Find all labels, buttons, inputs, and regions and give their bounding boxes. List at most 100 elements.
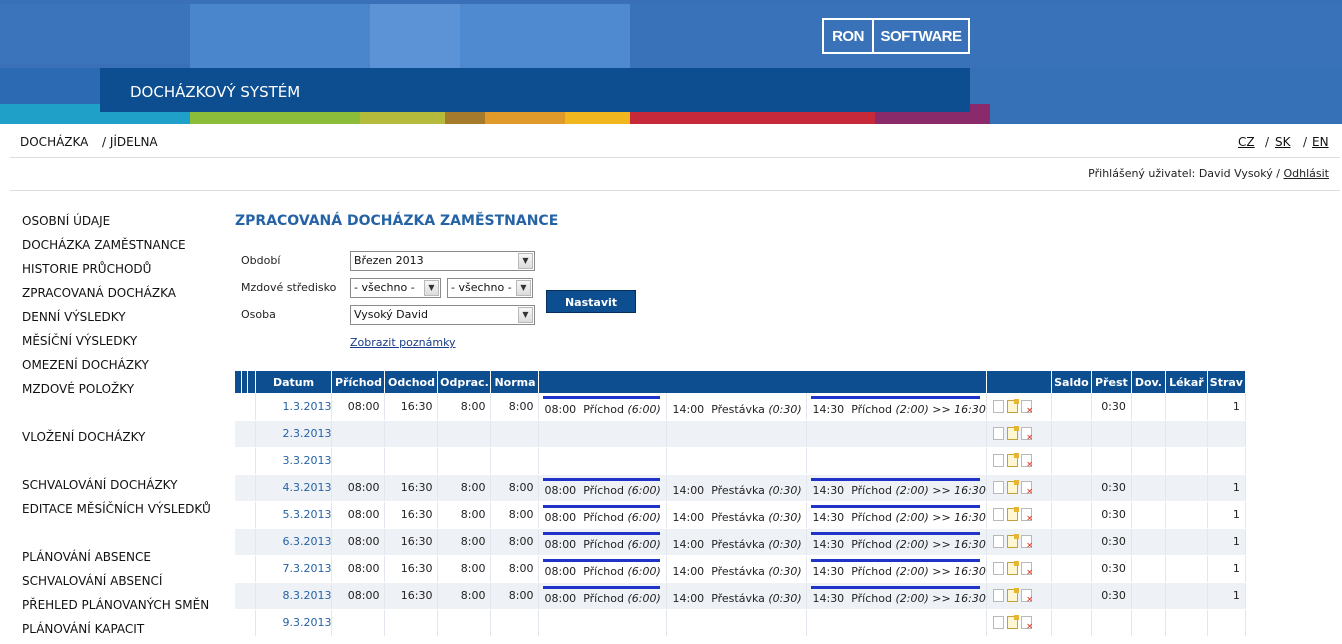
edit-icon[interactable] [1006,453,1019,468]
person-select[interactable]: Vysoký David ▼ [350,305,535,325]
sidebar-item-osobni-udaje[interactable]: OSOBNÍ ÚDAJE [22,214,110,228]
header-actions [986,371,1052,393]
sidebar-item-mzdove-polozky[interactable]: MZDOVÉ POLOŽKY [22,382,134,396]
sidebar-item-omezeni-dochazky[interactable]: OMEZENÍ DOCHÁZKY [22,358,149,372]
header-odchod: Odchod [384,371,439,393]
center-select-1-value: - všechno - [354,281,415,294]
chevron-down-icon[interactable]: ▼ [518,307,533,323]
lang-cz[interactable]: CZ [1238,135,1255,149]
nastavit-button[interactable]: Nastavit [546,290,636,313]
edit-icon[interactable] [1006,426,1019,441]
chevron-down-icon[interactable]: ▼ [516,280,531,296]
edit-icon[interactable] [1006,561,1019,576]
row-date-link[interactable]: 1.3.2013 [255,393,333,421]
delete-icon[interactable] [1020,454,1033,469]
sidebar-item-zpracovana-dochazka[interactable]: ZPRACOVANÁ DOCHÁZKA [22,286,176,300]
sidebar-item-vlozeni-dochazky[interactable]: VLOŽENÍ DOCHÁZKY [22,430,145,444]
sidebar-item-prehled-planovanych-smen[interactable]: PŘEHLED PLÁNOVANÝCH SMĚN [22,598,209,612]
sidebar-item-dochazka-zamestnance[interactable]: DOCHÁZKA ZAMĚSTNANCE [22,238,186,252]
delete-icon[interactable] [1020,616,1033,631]
sidebar-item-mesicni-vysledky[interactable]: MĚSÍČNÍ VÝSLEDKY [22,334,137,348]
event-suffix: >> 16:30 [932,402,986,416]
event-bar [811,504,980,508]
row-odprac: 8:00 [437,501,492,529]
table-row: 2.3.2013 [235,420,1246,448]
sidebar-item-editace-mesicnich-vysledku[interactable]: EDITACE MĚSÍČNÍCH VÝSLEDKŮ [22,502,211,516]
event-time: 14:00 [672,538,705,551]
event-text: 08:00 Příchod (6:00) [544,565,660,578]
delete-icon[interactable] [1020,508,1033,523]
center-select-2[interactable]: - všechno - ▼ [447,278,533,298]
header-dov: Dov. [1131,371,1166,393]
document-icon[interactable] [992,589,1004,603]
document-icon[interactable] [992,427,1004,441]
row-prichod [331,447,386,475]
logout-link[interactable]: Odhlásit [1283,167,1329,180]
sidebar-item-planovani-kapacit[interactable]: PLÁNOVÁNÍ KAPACIT [22,622,144,636]
event-text: 14:30 Příchod (2:00) >> 16:30 [812,592,985,605]
sidebar-item-planovani-absence[interactable]: PLÁNOVÁNÍ ABSENCE [22,550,151,564]
show-notes-link[interactable]: Zobrazit poznámky [350,336,456,349]
header-banner: RON SOFTWARE DOCHÁZKOVÝ SYSTÉM [0,0,1342,124]
document-icon[interactable] [992,508,1004,522]
lang-sk[interactable]: SK [1275,135,1291,149]
event-time: 14:00 [672,402,705,416]
module-link-dochazka[interactable]: DOCHÁZKA [20,135,88,149]
delete-icon[interactable] [1020,535,1033,550]
event-time: 14:30 [812,511,845,524]
row-event: 14:00 Přestávka (0:30) [666,555,808,583]
document-icon[interactable] [992,616,1004,630]
document-icon[interactable] [992,535,1004,549]
row-lekar [1165,528,1208,556]
event-duration: (2:00) [895,402,929,416]
document-icon[interactable] [992,454,1004,468]
edit-icon[interactable] [1006,615,1019,630]
event-suffix: >> 16:30 [932,511,986,524]
period-select[interactable]: Březen 2013 ▼ [350,251,535,271]
delete-icon[interactable] [1020,427,1033,442]
lang-sk-link[interactable]: SK [1275,135,1291,149]
row-date-link[interactable]: 6.3.2013 [255,528,333,556]
lang-en[interactable]: EN [1312,135,1329,149]
delete-icon[interactable] [1020,562,1033,577]
center-select-1[interactable]: - všechno - ▼ [350,278,441,298]
row-marker [235,420,256,448]
document-icon[interactable] [992,481,1004,495]
sidebar-item-schvalovani-dochazky[interactable]: SCHVALOVÁNÍ DOCHÁZKY [22,478,177,492]
edit-icon[interactable] [1006,588,1019,603]
event-time: 08:00 [544,484,577,497]
edit-icon[interactable] [1006,480,1019,495]
sidebar-item-historie-pruchodu[interactable]: HISTORIE PRŮCHODŮ [22,262,151,276]
lang-sep: / [1265,135,1270,149]
event-text: 08:00 Příchod (6:00) [544,403,660,416]
row-date-link[interactable]: 8.3.2013 [255,582,333,610]
chevron-down-icon[interactable]: ▼ [518,253,533,269]
delete-icon[interactable] [1020,481,1033,496]
header-lekar: Lékař [1165,371,1208,393]
document-icon[interactable] [992,400,1004,413]
chevron-down-icon[interactable]: ▼ [424,280,439,296]
delete-icon[interactable] [1020,400,1033,415]
row-date-link[interactable]: 9.3.2013 [255,609,333,637]
module-link-jidelna[interactable]: / JÍDELNA [102,135,158,149]
row-date-link[interactable]: 2.3.2013 [255,420,333,448]
table-row: 8.3.2013 08:00 16:30 8:00 8:00 08:00 Příchod … [235,582,1246,610]
edit-icon[interactable] [1006,534,1019,549]
sidebar-item-schvalovani-absenci[interactable]: SCHVALOVÁNÍ ABSENCÍ [22,574,162,588]
event-duration: (2:00) [895,484,929,497]
event-duration: (6:00) [627,592,661,605]
row-odprac [437,447,492,475]
edit-icon[interactable] [1006,399,1019,413]
table-body: 1.3.2013 08:00 16:30 8:00 8:00 08:00 Příchod … [235,393,1246,637]
row-date-link[interactable]: 5.3.2013 [255,501,333,529]
row-date-link[interactable]: 4.3.2013 [255,474,333,502]
sidebar-item-denni-vysledky[interactable]: DENNÍ VÝSLEDKY [22,310,126,324]
document-icon[interactable] [992,562,1004,576]
lang-cz-link[interactable]: CZ [1238,135,1255,149]
event-type: Přestávka [711,565,765,578]
row-date-link[interactable]: 7.3.2013 [255,555,333,583]
delete-icon[interactable] [1020,589,1033,604]
lang-en-link[interactable]: EN [1312,135,1329,149]
row-date-link[interactable]: 3.3.2013 [255,447,333,475]
edit-icon[interactable] [1006,507,1019,522]
